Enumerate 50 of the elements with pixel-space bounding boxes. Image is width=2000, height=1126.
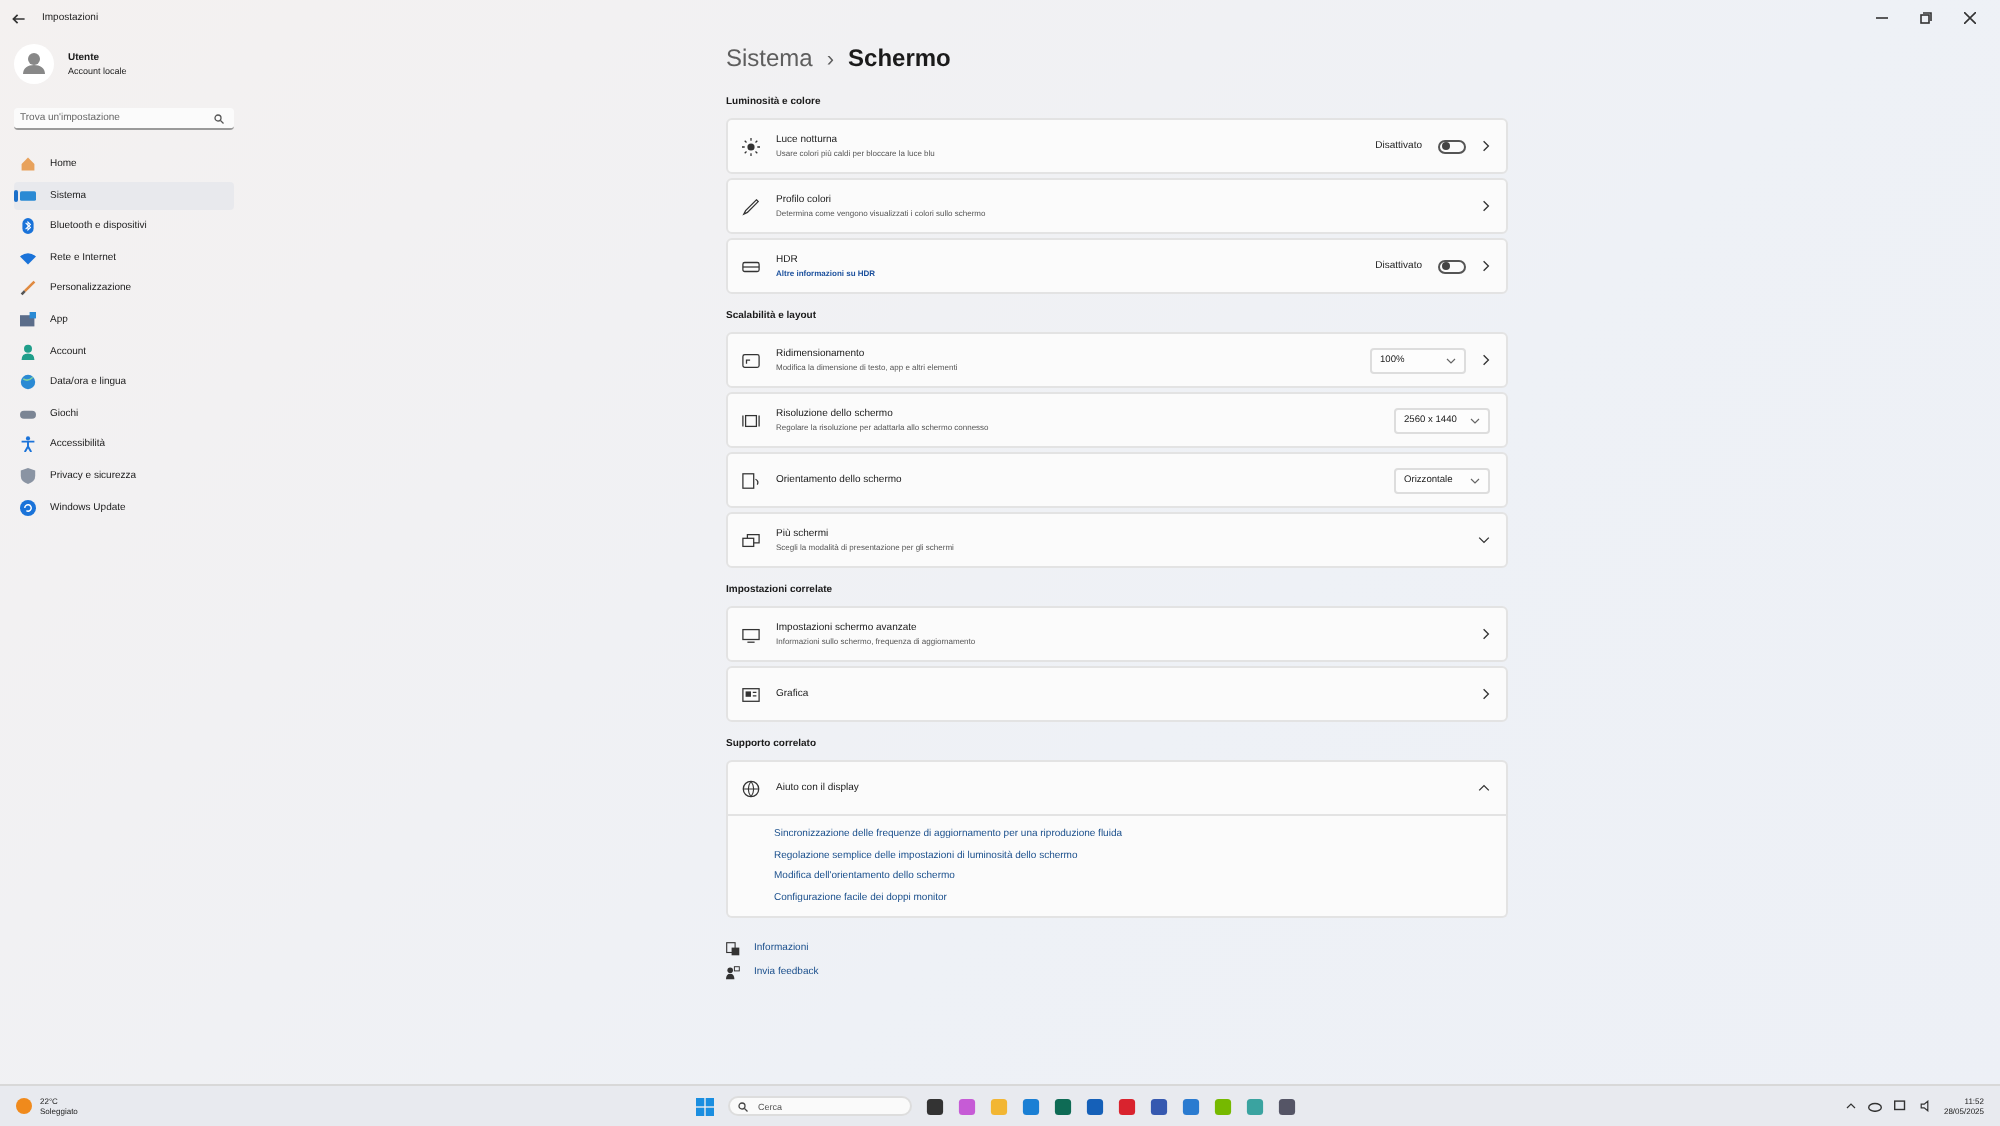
minimize-icon[interactable] [1876, 12, 1888, 24]
brush-icon [20, 280, 36, 297]
gamepad-icon [20, 405, 36, 422]
monitor-icon [20, 187, 36, 204]
graphics-icon [742, 685, 760, 703]
restore-icon[interactable] [1920, 12, 1932, 24]
toggle-switch[interactable] [1438, 259, 1466, 273]
close-icon[interactable] [1964, 12, 1976, 24]
wifi-icon [20, 249, 36, 266]
chevron-up-icon[interactable] [1845, 1102, 1856, 1110]
feedback-icon [726, 965, 740, 979]
search-icon [738, 1101, 748, 1111]
monitors-icon [742, 531, 760, 549]
chevron-right-icon [1482, 688, 1490, 700]
scale-icon [742, 351, 760, 369]
speaker-icon[interactable] [1919, 1100, 1932, 1112]
chevron-right-icon [1482, 200, 1490, 212]
cloud-icon[interactable] [1867, 1100, 1882, 1112]
app-icon[interactable] [958, 1097, 976, 1115]
shield-icon [20, 467, 36, 484]
chevron-right-icon [1482, 628, 1490, 640]
avatar-icon [14, 44, 54, 84]
sun-icon [742, 137, 760, 155]
caret-icon [1470, 477, 1480, 483]
page-title: Schermo [848, 44, 951, 72]
windows-logo-icon[interactable] [696, 1097, 714, 1115]
breadcrumb-parent[interactable]: Sistema [726, 44, 813, 72]
monitor-icon [742, 625, 760, 643]
hdr-icon [742, 257, 760, 275]
chevron-right-icon [1482, 354, 1490, 366]
update-icon [20, 499, 36, 516]
resolution-icon [742, 411, 760, 429]
pen-icon [742, 197, 760, 215]
person-icon [20, 343, 36, 360]
home-icon [20, 156, 36, 172]
chevron-right-icon [1482, 260, 1490, 272]
apps-icon [20, 311, 36, 328]
search-icon [214, 114, 224, 124]
sun-icon [16, 1098, 32, 1114]
accessibility-icon [20, 436, 36, 453]
orientation-icon [742, 471, 760, 489]
caret-icon [1470, 417, 1480, 423]
chevron-right-icon [1482, 140, 1490, 152]
breadcrumb-separator: › [826, 48, 835, 72]
globe-icon [742, 779, 760, 797]
toggle-switch[interactable] [1438, 139, 1466, 153]
caret-icon [1446, 357, 1456, 363]
globe-icon [20, 374, 36, 391]
bluetooth-icon [20, 218, 36, 235]
back-icon[interactable] [12, 11, 26, 25]
